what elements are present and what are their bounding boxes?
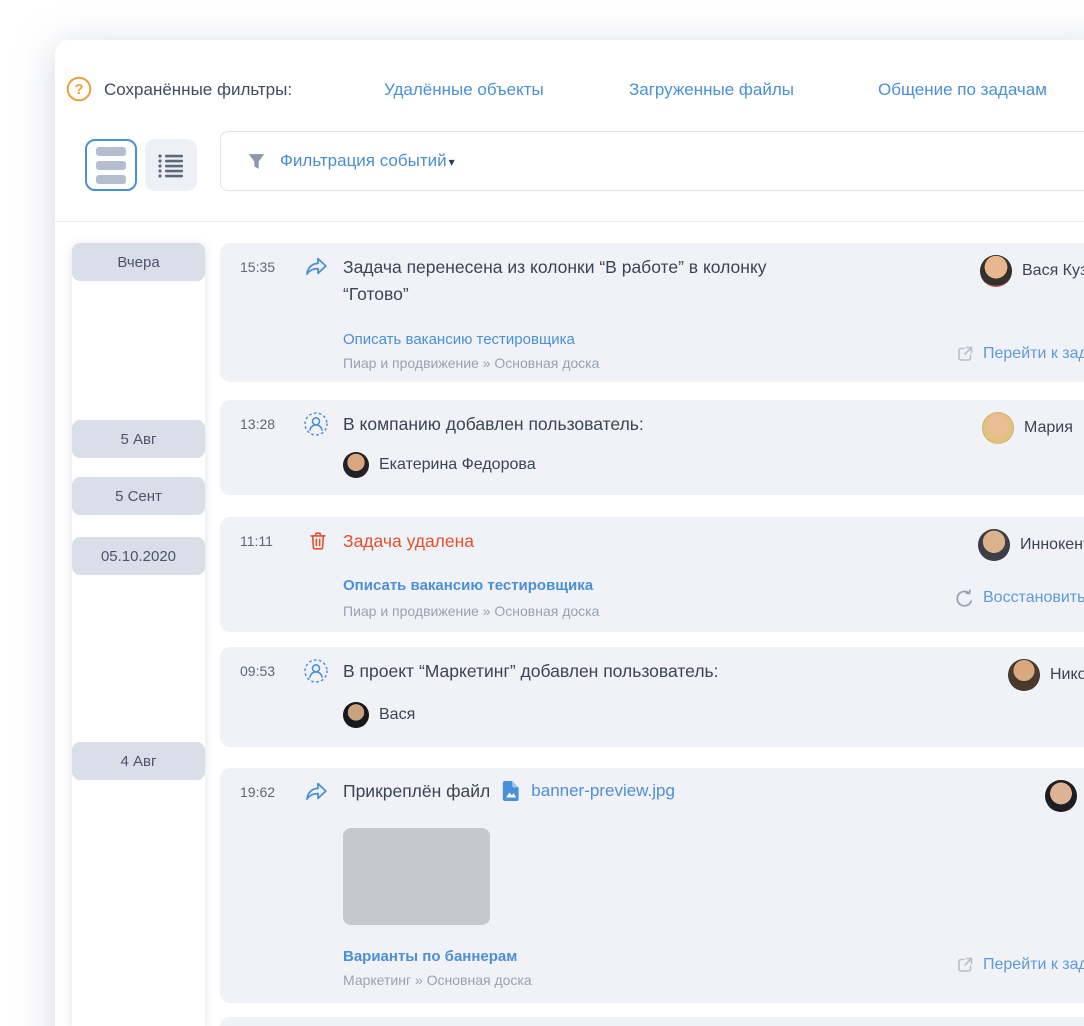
restore-task-link[interactable]: Восстановить bbox=[953, 587, 1084, 609]
event-time: 19:62 bbox=[240, 784, 275, 800]
avatar bbox=[978, 529, 1010, 561]
added-user[interactable]: Вася bbox=[343, 702, 415, 728]
feed-card-task-deleted: 11:11 Задача удалена Описать вакансию те… bbox=[220, 517, 1084, 632]
feed-card-user-added-company: 13:28 В компанию добавлен пользователь: … bbox=[220, 400, 1084, 495]
activity-feed-screen: ? Сохранённые фильтры: Удалённые объекты… bbox=[0, 0, 1084, 1026]
event-filter-bar[interactable]: Фильтрация событий ▾ bbox=[220, 131, 1084, 191]
timeline-date-aug4: 4 Авг bbox=[72, 742, 205, 780]
user-add-icon bbox=[303, 411, 329, 437]
actor-user[interactable]: Николай bbox=[1008, 659, 1084, 691]
external-link-icon bbox=[955, 955, 975, 975]
timeline-date-sep5: 5 Сент bbox=[72, 477, 205, 515]
header-divider bbox=[55, 221, 1084, 222]
board-path: Пиар и продвижение » Основная доска bbox=[343, 355, 599, 371]
file-name-link[interactable]: banner-preview.jpg bbox=[531, 781, 675, 801]
card-view-toggle[interactable] bbox=[85, 139, 137, 191]
saved-filter-link-task-chat[interactable]: Общение по задачам bbox=[878, 80, 1047, 100]
avatar bbox=[343, 452, 369, 478]
actor-user[interactable]: Иннокентий bbox=[978, 529, 1084, 561]
event-time: 11:11 bbox=[240, 533, 273, 549]
avatar bbox=[1008, 659, 1040, 691]
card-view-icon bbox=[96, 147, 126, 184]
actor-user[interactable]: Вася Кузнецов bbox=[980, 255, 1084, 287]
svg-text:?: ? bbox=[75, 82, 84, 98]
event-title: Прикреплён файл bbox=[343, 781, 490, 802]
saved-filters-label: Сохранённые фильтры: bbox=[104, 80, 292, 100]
added-user-name: Вася bbox=[379, 706, 415, 724]
board-path: Маркетинг » Основная доска bbox=[343, 972, 532, 988]
task-link[interactable]: Варианты по баннерам bbox=[343, 948, 517, 965]
event-title: Задача удалена bbox=[343, 528, 474, 555]
trash-icon bbox=[306, 528, 330, 554]
avatar bbox=[343, 702, 369, 728]
saved-filter-link-deleted[interactable]: Удалённые объекты bbox=[384, 80, 544, 100]
file-attachment-row: Прикреплён файл banner-preview.jpg bbox=[343, 779, 675, 803]
event-time: 09:53 bbox=[240, 663, 275, 679]
added-user-name: Екатерина Федорова bbox=[379, 456, 536, 474]
question-mark-icon: ? bbox=[66, 76, 92, 102]
task-link[interactable]: Описать вакансию тестировщика bbox=[343, 331, 575, 348]
event-title: В проект “Маркетинг” добавлен пользовате… bbox=[343, 658, 719, 685]
feed-card-task-moved: 15:35 Задача перенесена из колонки “В ра… bbox=[220, 243, 1084, 382]
event-time: 15:35 bbox=[240, 259, 275, 275]
board-path: Пиар и продвижение » Основная доска bbox=[343, 603, 599, 619]
chevron-down-icon: ▾ bbox=[449, 155, 455, 169]
event-filter-label: Фильтрация событий bbox=[280, 151, 447, 171]
funnel-icon bbox=[247, 152, 266, 171]
go-to-task-link[interactable]: Перейти к задаче bbox=[955, 955, 1084, 975]
feed-card-user-added-project: 09:53 В проект “Маркетинг” добавлен поль… bbox=[220, 647, 1084, 747]
timeline-track bbox=[72, 243, 205, 1026]
timeline-date-yesterday: Вчера bbox=[72, 243, 205, 281]
timeline-date-aug5: 5 Авг bbox=[72, 420, 205, 458]
go-to-task-label: Перейти к задаче bbox=[983, 956, 1084, 974]
restore-icon bbox=[953, 587, 975, 609]
help-icon[interactable]: ? bbox=[66, 76, 92, 102]
actor-name: Иннокентий bbox=[1020, 536, 1084, 554]
event-title: Задача перенесена из колонки “В работе” … bbox=[343, 254, 823, 308]
list-view-toggle[interactable] bbox=[145, 139, 197, 191]
restore-label: Восстановить bbox=[983, 589, 1084, 607]
added-user[interactable]: Екатерина Федорова bbox=[343, 452, 536, 478]
image-preview-placeholder[interactable] bbox=[343, 828, 490, 925]
external-link-icon bbox=[955, 344, 975, 364]
feed-card-file-attached: 19:62 Прикреплён файл banner-preview.jpg… bbox=[220, 768, 1084, 1003]
saved-filter-link-uploads[interactable]: Загруженные файлы bbox=[629, 80, 794, 100]
actor-name: Мария bbox=[1024, 419, 1073, 437]
actor-name: Вася Кузнецов bbox=[1022, 262, 1084, 280]
task-link[interactable]: Описать вакансию тестировщика bbox=[343, 577, 593, 594]
actor-name: Николай bbox=[1050, 666, 1084, 684]
actor-user[interactable]: Жанна bbox=[1045, 780, 1084, 812]
list-view-icon bbox=[157, 152, 185, 178]
go-to-task-label: Перейти к задаче bbox=[983, 345, 1084, 363]
avatar bbox=[982, 412, 1014, 444]
actor-user[interactable]: Мария bbox=[982, 412, 1073, 444]
feed-card-partial bbox=[220, 1017, 1084, 1026]
avatar bbox=[980, 255, 1012, 287]
event-title: В компанию добавлен пользователь: bbox=[343, 411, 644, 438]
image-file-icon bbox=[500, 779, 521, 803]
timeline-date-05-10-2020: 05.10.2020 bbox=[72, 537, 205, 575]
avatar bbox=[1045, 780, 1077, 812]
go-to-task-link[interactable]: Перейти к задаче bbox=[955, 344, 1084, 364]
event-time: 13:28 bbox=[240, 416, 275, 432]
user-add-icon bbox=[303, 658, 329, 684]
share-arrow-icon bbox=[303, 779, 329, 805]
share-arrow-icon bbox=[303, 254, 329, 280]
